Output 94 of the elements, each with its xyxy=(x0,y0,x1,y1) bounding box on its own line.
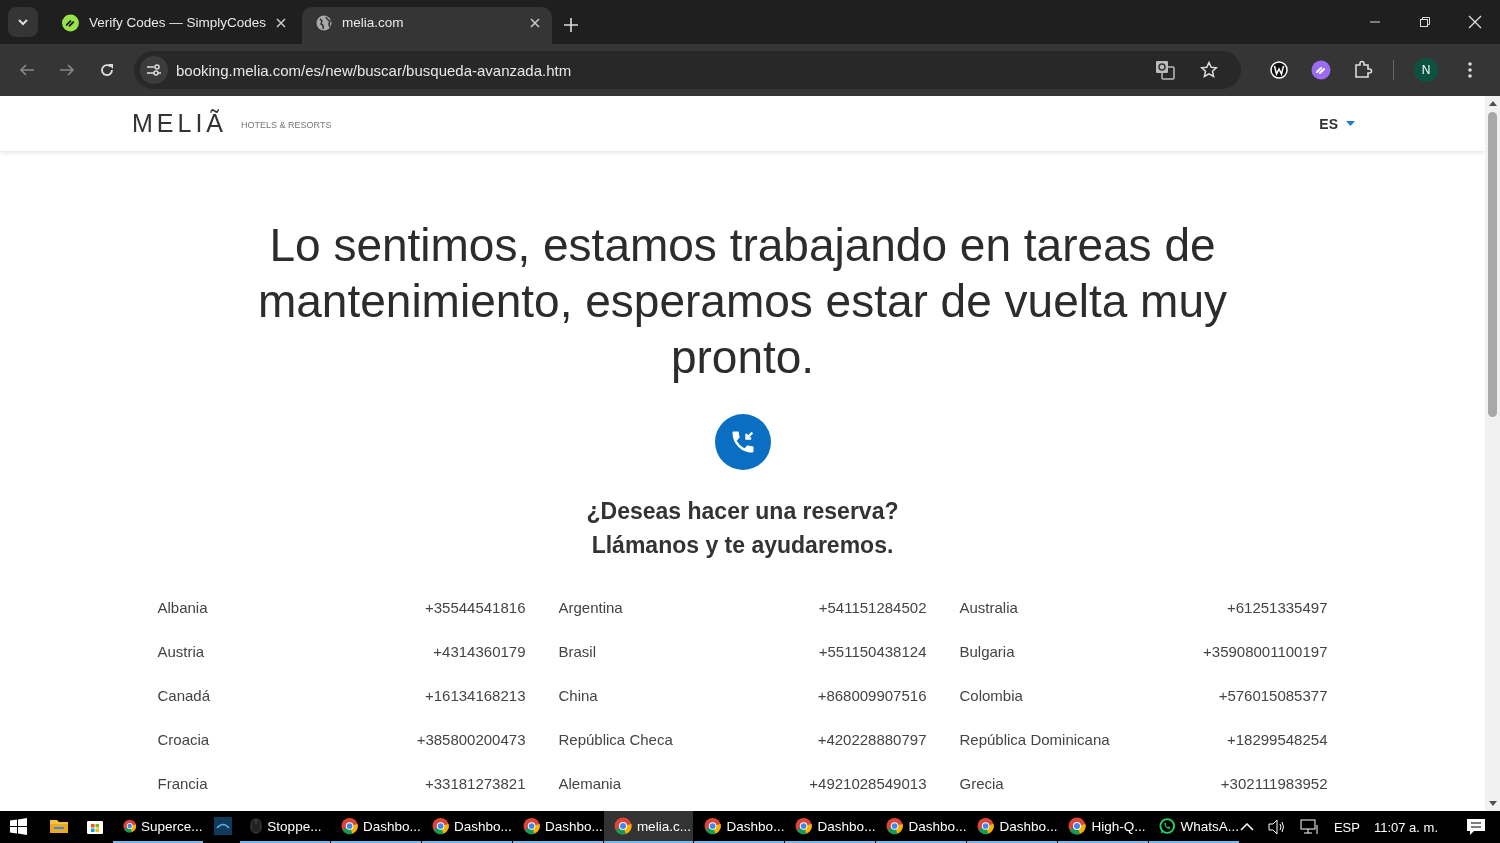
w-circle-icon xyxy=(1270,61,1288,79)
star-icon xyxy=(1200,61,1218,79)
phone-number: +18299548254 xyxy=(1226,730,1328,750)
whatsapp-icon xyxy=(1158,817,1176,835)
country-name: Croacia xyxy=(157,730,210,750)
chrome-icon xyxy=(431,817,450,835)
country-name: Australia xyxy=(959,598,1018,618)
network-icon[interactable] xyxy=(1299,819,1320,835)
close-icon xyxy=(530,17,540,28)
phone-number: +868009907516 xyxy=(817,686,927,706)
maintenance-heading: Lo sentimos, estamos trabajando en tareas de mantenimiento, esperamos estar de vuelta muy pronto. xyxy=(256,218,1228,385)
country-name: Grecia xyxy=(959,774,1004,794)
profile-button[interactable]: N xyxy=(1414,58,1438,82)
phone-number: +35908001100197 xyxy=(1203,642,1328,662)
taskbar-item[interactable]: Dashbo... xyxy=(421,811,512,843)
taskbar-item[interactable]: melia.c... xyxy=(603,811,694,843)
mouse-icon xyxy=(250,818,263,834)
brand-logo: MELIÃ xyxy=(132,109,228,138)
taskbar-item[interactable]: Stoppe... xyxy=(240,811,330,843)
country-name: Francia xyxy=(157,774,208,794)
folder-icon xyxy=(48,818,69,834)
link-icon xyxy=(1311,60,1331,80)
call-prompt: Llámanos y te ayudaremos. xyxy=(590,531,895,560)
taskbar-item[interactable]: Dashbo... xyxy=(512,811,603,843)
tab-search-button[interactable] xyxy=(8,7,38,37)
site-info-button[interactable] xyxy=(140,56,168,84)
phone-number: +385800200473 xyxy=(416,730,526,750)
country-name: China xyxy=(558,686,598,706)
phone-number: +576015085377 xyxy=(1218,686,1328,706)
taskbar-item[interactable]: WhatsA... xyxy=(1148,811,1239,843)
address-bar[interactable]: booking.melia.com/es/new/buscar/busqueda-avanzada.htm xyxy=(134,51,1241,89)
chevron-up-icon[interactable] xyxy=(1239,823,1254,831)
chrome-icon xyxy=(977,817,995,835)
phone-number: +541151284502 xyxy=(818,598,927,618)
country-name: Alemania xyxy=(558,774,622,794)
country-name: República Dominicana xyxy=(959,730,1110,750)
phone-number: +4314360179 xyxy=(433,642,526,662)
country-name: Brasil xyxy=(558,642,596,662)
country-name: Austria xyxy=(157,642,205,662)
browser-tab[interactable]: melia.com xyxy=(302,7,552,44)
link-icon xyxy=(62,13,79,32)
country-name: República Checa xyxy=(558,730,673,750)
forward-arrow-icon xyxy=(59,62,75,78)
taskbar-item[interactable]: Dashbo... xyxy=(876,811,967,843)
taskbar-item[interactable]: Superce... xyxy=(112,811,203,843)
notifications-icon[interactable] xyxy=(1466,818,1486,836)
puzzle-icon xyxy=(1353,60,1373,80)
taskbar-item[interactable]: High-Q... xyxy=(1058,811,1148,843)
app-icon xyxy=(213,817,232,835)
translate-icon xyxy=(1155,60,1175,80)
taskbar-item[interactable]: Dashbo... xyxy=(330,811,421,843)
phone-number: +420228880797 xyxy=(817,730,927,750)
input-language[interactable]: ESP xyxy=(1333,819,1360,835)
caret-icon xyxy=(1346,121,1355,126)
chrome-icon xyxy=(1068,817,1087,835)
chrome-icon xyxy=(522,817,541,835)
country-name: Albania xyxy=(157,598,208,618)
language-selector[interactable]: ES xyxy=(1313,114,1361,133)
plus-icon xyxy=(564,18,578,32)
taskbar-item[interactable]: Dashbo... xyxy=(785,811,876,843)
chevron-down-icon xyxy=(17,16,29,28)
back-arrow-icon xyxy=(19,62,35,78)
restore-icon xyxy=(1419,16,1431,28)
reload-icon xyxy=(99,62,115,78)
chrome-icon xyxy=(795,817,813,835)
menu-icon xyxy=(1468,62,1472,78)
close-icon xyxy=(276,17,286,28)
phone-number: +61251335497 xyxy=(1226,598,1328,618)
booking-question: ¿Deseas hacer una reserva? xyxy=(586,497,899,526)
chrome-icon xyxy=(886,817,904,835)
chrome-icon xyxy=(704,817,722,835)
country-name: Colombia xyxy=(959,686,1023,706)
chrome-icon xyxy=(122,817,136,835)
clock[interactable]: 11:07 a. m. xyxy=(1373,819,1438,835)
chrome-icon xyxy=(340,817,359,835)
taskbar-item[interactable]: Dashbo... xyxy=(694,811,785,843)
brand-tagline: HOTELS & RESORTS xyxy=(241,120,332,130)
phone-number: +302111983952 xyxy=(1220,774,1328,794)
speaker-icon[interactable] xyxy=(1267,819,1286,835)
phone-number: +16134168213 xyxy=(424,686,526,706)
phone-number: +4921028549013 xyxy=(809,774,927,794)
windows-icon xyxy=(10,817,27,835)
country-name: Bulgaria xyxy=(959,642,1015,662)
phone-number: +35544541816 xyxy=(424,598,526,618)
phone-number: +551150438124 xyxy=(818,642,927,662)
browser-tab[interactable]: Verify Codes — SimplyCodes xyxy=(48,7,298,44)
sliders-icon xyxy=(146,63,162,77)
country-name: Canadá xyxy=(157,686,211,706)
chrome-icon xyxy=(613,817,632,835)
globe-icon xyxy=(316,14,332,31)
phone-number: +33181273821 xyxy=(424,774,526,794)
taskbar-item[interactable]: Dashbo... xyxy=(967,811,1058,843)
close-icon xyxy=(1468,15,1482,29)
country-name: Argentina xyxy=(558,598,623,618)
